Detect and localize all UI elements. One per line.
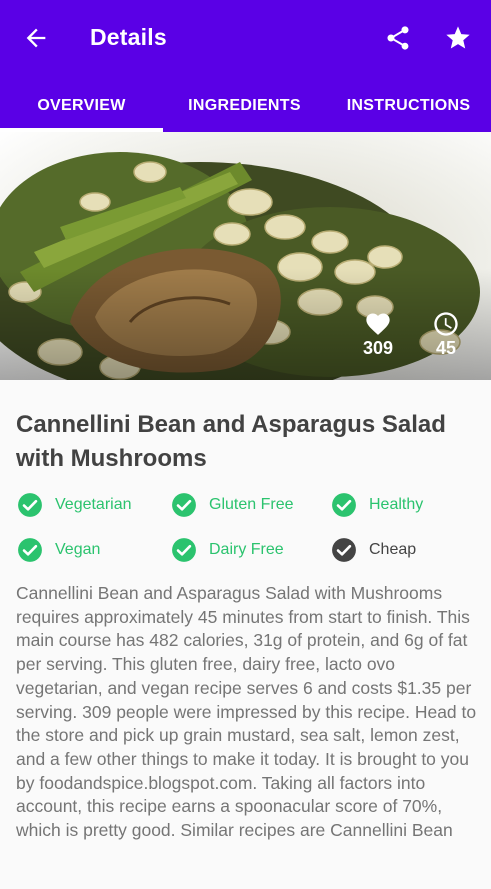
recipe-title: Cannellini Bean and Asparagus Salad with…	[16, 411, 446, 472]
check-circle-icon	[172, 538, 196, 562]
heart-icon	[366, 313, 390, 335]
tag-label: Cheap	[369, 541, 417, 558]
tag-gluten-free: Gluten Free	[171, 491, 293, 519]
clock-icon	[434, 312, 458, 336]
tag-label: Gluten Free	[209, 496, 294, 513]
tag-vegan: Vegan	[17, 536, 100, 564]
tab-ingredients[interactable]: INGREDIENTS	[163, 80, 326, 132]
arrow-back-icon[interactable]	[22, 24, 50, 52]
recipe-photo	[0, 132, 491, 380]
recipe-image: 309 45	[0, 132, 491, 380]
time-stat: 45	[424, 310, 468, 359]
tab-overview[interactable]: OVERVIEW	[0, 80, 163, 132]
app-bar: Details	[0, 0, 491, 80]
tag-vegetarian: Vegetarian	[17, 491, 132, 519]
tag-cheap: Cheap	[331, 536, 416, 564]
tab-instructions[interactable]: INSTRUCTIONS	[326, 80, 491, 132]
tag-healthy: Healthy	[331, 491, 423, 519]
tag-dairy-free: Dairy Free	[171, 536, 284, 564]
check-circle-icon	[18, 493, 42, 517]
check-circle-icon	[332, 493, 356, 517]
likes-count: 309	[362, 338, 394, 358]
tab-bar: OVERVIEW INGREDIENTS INSTRUCTIONS	[0, 80, 491, 132]
check-circle-icon	[332, 538, 356, 562]
tag-label: Healthy	[369, 496, 424, 513]
tag-label: Vegan	[55, 541, 101, 558]
recipe-summary: Cannellini Bean and Asparagus Salad with…	[16, 583, 477, 841]
likes-stat: 309	[356, 310, 400, 359]
star-icon[interactable]	[444, 24, 472, 52]
tag-label: Vegetarian	[55, 496, 132, 513]
check-circle-icon	[18, 538, 42, 562]
minutes-count: 45	[435, 338, 457, 358]
check-circle-icon	[172, 493, 196, 517]
share-icon[interactable]	[384, 24, 412, 52]
tag-label: Dairy Free	[209, 541, 284, 558]
overview-content: Cannellini Bean and Asparagus Salad with…	[0, 380, 491, 889]
page-title: Details	[90, 24, 167, 50]
